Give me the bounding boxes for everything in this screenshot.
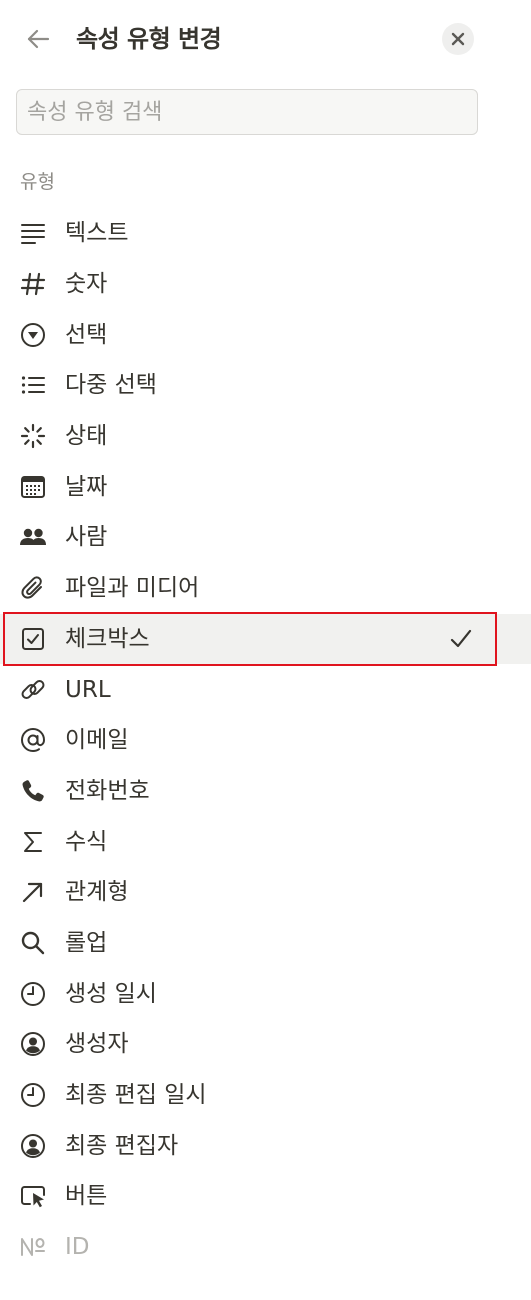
- type-label: 생성자: [65, 1031, 129, 1058]
- type-label: ID: [65, 1234, 90, 1261]
- magnifier-icon: [19, 929, 47, 957]
- numero-icon: [19, 1233, 47, 1261]
- phone-icon: [19, 777, 47, 805]
- link-icon: [19, 676, 47, 704]
- type-item-person[interactable]: 사람: [0, 512, 531, 563]
- back-button[interactable]: [20, 22, 56, 56]
- type-label: URL: [65, 676, 111, 703]
- people-icon: [19, 523, 47, 551]
- type-item-id[interactable]: ID: [0, 1222, 531, 1273]
- type-label: 롤업: [65, 929, 108, 956]
- select-circle-icon: [19, 321, 47, 349]
- clock-icon: [19, 980, 47, 1008]
- type-item-select[interactable]: 선택: [0, 309, 531, 360]
- type-label: 최종 편집자: [65, 1132, 179, 1159]
- type-label: 숫자: [65, 271, 108, 298]
- type-label: 다중 선택: [65, 372, 157, 399]
- type-label: 텍스트: [65, 220, 129, 247]
- type-label: 날짜: [65, 473, 108, 500]
- user-circle-icon: [19, 1030, 47, 1058]
- close-button[interactable]: [442, 23, 474, 55]
- type-label: 생성 일시: [65, 980, 157, 1007]
- status-spinner-icon: [19, 422, 47, 450]
- type-label: 전화번호: [65, 777, 150, 804]
- type-item-status[interactable]: 상태: [0, 411, 531, 462]
- type-item-button[interactable]: 버튼: [0, 1171, 531, 1222]
- checkmark-icon: [448, 626, 474, 652]
- sigma-icon: [19, 828, 47, 856]
- page-title: 속성 유형 변경: [76, 25, 222, 53]
- type-item-number[interactable]: 숫자: [0, 259, 531, 310]
- type-label: 파일과 미디어: [65, 575, 200, 602]
- paperclip-icon: [19, 574, 47, 602]
- type-label: 이메일: [65, 727, 129, 754]
- arrow-up-right-icon: [19, 878, 47, 906]
- section-label: 유형: [20, 171, 55, 193]
- text-lines-icon: [19, 219, 47, 247]
- type-label: 수식: [65, 828, 108, 855]
- type-item-last-edited-by[interactable]: 최종 편집자: [0, 1120, 531, 1171]
- type-item-checkbox[interactable]: 체크박스: [0, 613, 531, 665]
- type-item-formula[interactable]: 수식: [0, 816, 531, 867]
- button-cursor-icon: [19, 1182, 47, 1210]
- type-item-text[interactable]: 텍스트: [0, 208, 531, 259]
- arrow-left-icon: [24, 25, 52, 53]
- search-input[interactable]: [16, 89, 478, 135]
- type-item-files-media[interactable]: 파일과 미디어: [0, 563, 531, 614]
- bullet-list-icon: [19, 371, 47, 399]
- type-label: 관계형: [65, 879, 129, 906]
- type-item-date[interactable]: 날짜: [0, 461, 531, 512]
- close-icon: [450, 31, 466, 47]
- calendar-icon: [19, 473, 47, 501]
- type-label: 사람: [65, 524, 108, 551]
- type-item-email[interactable]: 이메일: [0, 715, 531, 766]
- type-label: 체크박스: [65, 625, 150, 652]
- clock-icon: [19, 1081, 47, 1109]
- type-item-created-time[interactable]: 생성 일시: [0, 968, 531, 1019]
- type-item-url[interactable]: URL: [0, 664, 531, 715]
- type-label: 상태: [65, 423, 108, 450]
- type-label: 선택: [65, 321, 108, 348]
- type-item-multi-select[interactable]: 다중 선택: [0, 360, 531, 411]
- user-circle-icon: [19, 1132, 47, 1160]
- hash-icon: [19, 270, 47, 298]
- type-item-phone[interactable]: 전화번호: [0, 766, 531, 817]
- type-label: 버튼: [65, 1183, 108, 1210]
- type-label: 최종 편집 일시: [65, 1082, 207, 1109]
- checkbox-icon: [19, 625, 47, 653]
- type-item-last-edited-time[interactable]: 최종 편집 일시: [0, 1070, 531, 1121]
- type-item-relation[interactable]: 관계형: [0, 867, 531, 918]
- type-list: 텍스트 숫자 선택 다중 선택 상태 날짜 사람 파일과 미디어 체크박스 UR…: [0, 208, 531, 1272]
- at-sign-icon: [19, 726, 47, 754]
- type-item-rollup[interactable]: 롤업: [0, 918, 531, 969]
- type-item-created-by[interactable]: 생성자: [0, 1019, 531, 1070]
- header: 속성 유형 변경: [0, 0, 531, 78]
